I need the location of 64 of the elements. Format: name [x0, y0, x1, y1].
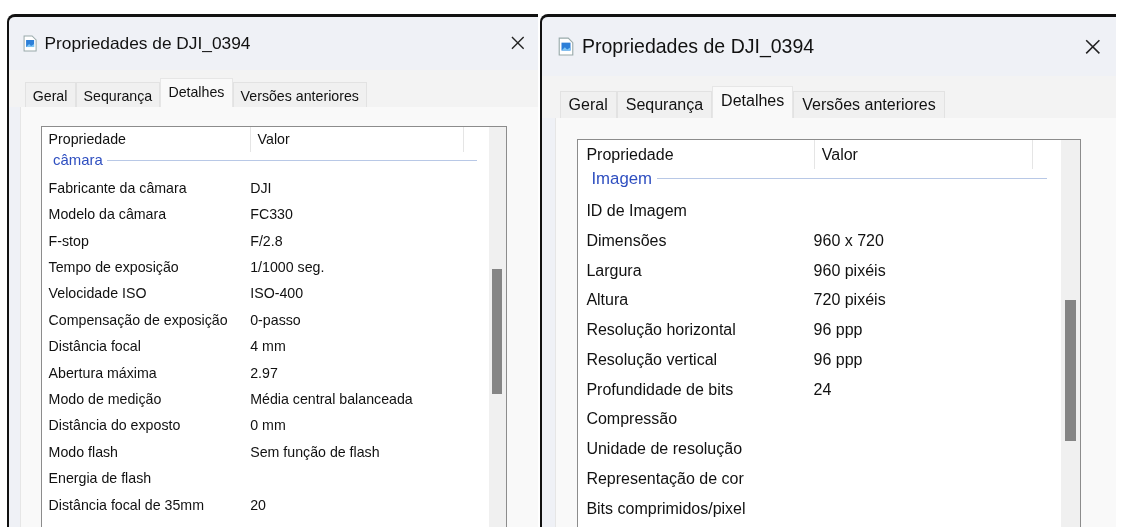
property-name: ID de Imagem — [586, 202, 688, 221]
property-name: Modelo da câmara — [48, 206, 168, 223]
property-name: Profundidade de bits — [586, 380, 735, 399]
property-name: Compressão — [586, 410, 679, 429]
property-name: Resolução horizontal — [586, 321, 737, 340]
tab[interactable]: Geral — [24, 82, 76, 108]
window-title: Propriedades de DJI_0394 — [582, 35, 816, 59]
property-value: 960 x 720 — [813, 231, 885, 250]
column-header[interactable]: Valor — [250, 126, 464, 153]
property-value: ISO-400 — [250, 285, 305, 302]
property-name: Distância focal de 35mm — [48, 496, 205, 513]
property-value: 720 pixéis — [813, 291, 887, 310]
property-name: Distância focal — [48, 338, 142, 355]
property-name: Distância do exposto — [48, 417, 182, 434]
tab[interactable]: Sequrança — [75, 82, 161, 108]
property-name: Resolução vertical — [586, 350, 719, 369]
property-value: Sem função de flash — [250, 443, 381, 460]
tab[interactable]: Detalhes — [160, 78, 233, 108]
property-name: Modo de medição — [48, 390, 163, 407]
property-value: 96 ppp — [813, 350, 864, 369]
tab[interactable]: Versões anteriores — [793, 90, 945, 119]
column-header[interactable]: Propriedade — [586, 140, 814, 169]
property-name: Unidade de resolução — [586, 440, 744, 459]
property-name: Altura — [586, 291, 630, 310]
property-value: 2.97 — [250, 364, 279, 381]
scrollbar-thumb[interactable] — [492, 268, 503, 394]
property-name: Fabricante da câmara — [48, 179, 188, 196]
property-name: Compensação de exposição — [48, 311, 229, 328]
property-value: 0-passo — [250, 311, 302, 328]
property-name: F-stop — [48, 232, 90, 249]
property-name: Velocidade ISO — [48, 285, 148, 302]
property-name: Largura — [586, 261, 643, 280]
image-file-icon — [23, 34, 38, 52]
property-value: 0 mm — [250, 417, 287, 434]
property-name: Representação de cor — [586, 469, 745, 488]
property-name: Dimensões — [586, 231, 668, 250]
property-value: 1/1000 seg. — [250, 258, 326, 275]
category-label: Imagem — [591, 168, 653, 189]
close-icon[interactable] — [509, 35, 526, 52]
property-value: 960 pixéis — [813, 261, 887, 280]
property-value: FC330 — [250, 206, 294, 223]
property-value: 24 — [813, 380, 833, 399]
property-name: Modo flash — [48, 443, 119, 460]
tab[interactable]: Detalhes — [712, 85, 794, 119]
window-title: Propriedades de DJI_0394 — [44, 32, 252, 54]
property-value: 4 mm — [250, 338, 287, 355]
property-name: Abertura máxima — [48, 364, 158, 381]
tab[interactable]: Sequrança — [616, 90, 713, 119]
image-file-icon — [558, 37, 574, 57]
property-value: DJI — [250, 179, 273, 196]
column-header[interactable]: Valor — [813, 140, 1032, 169]
tab[interactable]: Versões anteriores — [232, 82, 367, 108]
property-value: 20 — [250, 496, 267, 513]
category-label: câmara — [53, 152, 103, 169]
close-icon[interactable] — [1084, 37, 1102, 56]
scrollbar-thumb[interactable] — [1064, 300, 1076, 441]
tab[interactable]: Geral — [559, 90, 617, 119]
property-name: Bits comprimidos/pixel — [586, 499, 747, 518]
property-name: Tempo de exposição — [48, 258, 180, 275]
property-name: Energia de flash — [48, 470, 153, 487]
property-value: 96 ppp — [813, 321, 864, 340]
column-header[interactable]: Propriedade — [48, 126, 251, 153]
property-value: F/2.8 — [250, 232, 284, 249]
property-value: Média central balanceada — [250, 390, 414, 407]
